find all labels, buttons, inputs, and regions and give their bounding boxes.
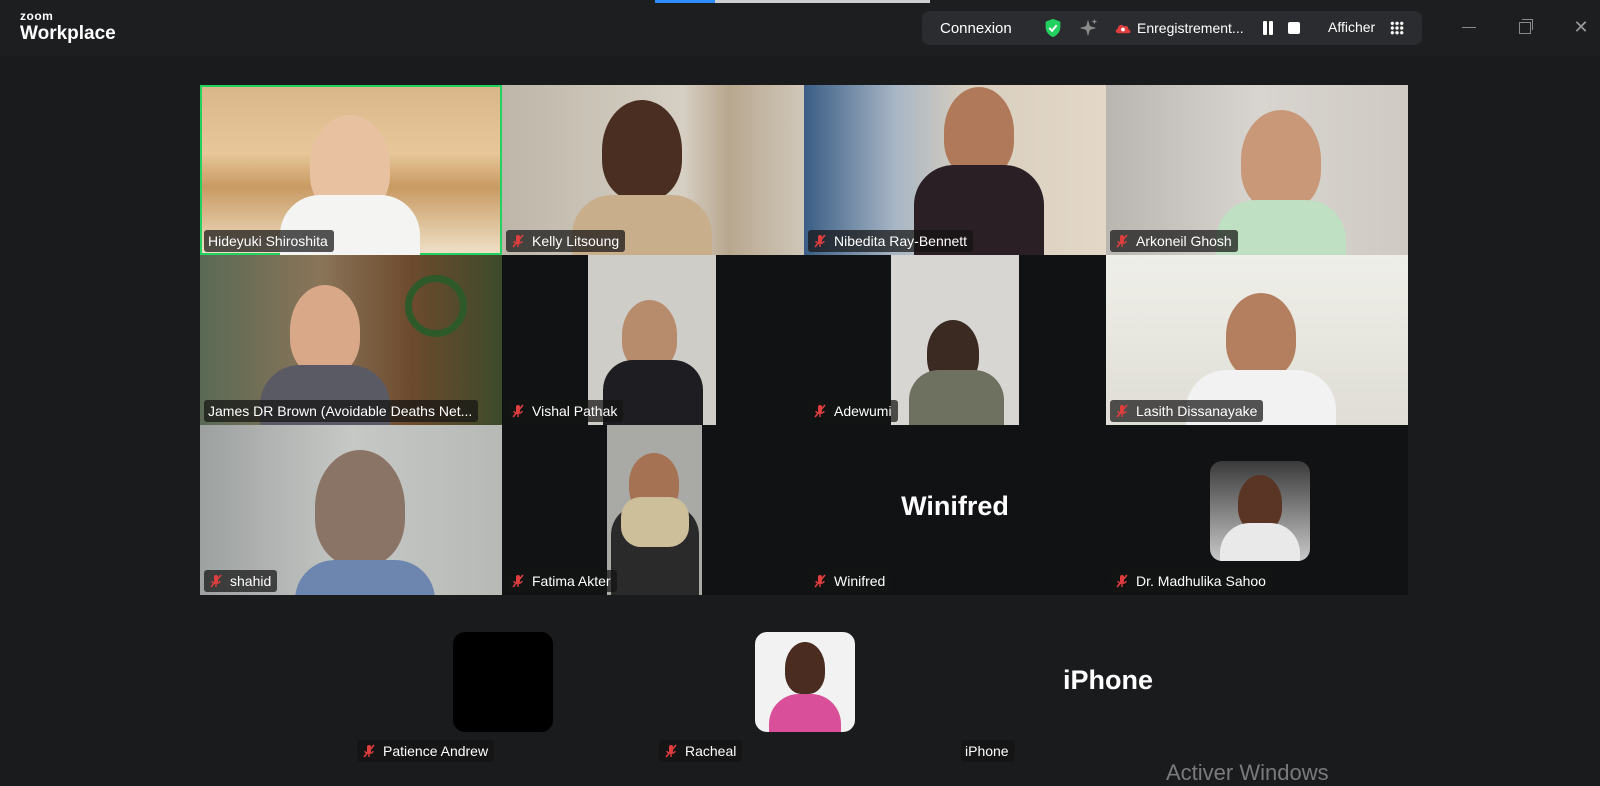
video-tile[interactable]: Nibedita Ray-Bennett [804,85,1106,255]
participant-name-tag: Arkoneil Ghosh [1110,230,1238,252]
video-tile[interactable]: Dr. Madhulika Sahoo [1106,425,1408,595]
participant-video [315,450,405,565]
participant-name: Patience Andrew [383,743,489,759]
participant-name: Lasith Dissanayake [1136,403,1258,419]
wreath-decoration [405,275,467,337]
activation-watermark: Activer Windows [1166,760,1329,785]
participant-name: iPhone [965,743,1009,759]
participant-name-tag: Racheal [659,740,743,762]
top-progress-accent [655,0,715,3]
participant-avatar [755,632,855,732]
minimize-button[interactable] [1458,16,1480,38]
participant-name-tag: Vishal Pathak [506,400,624,422]
title-bar: zoom Workplace Connexion Enregistrement.… [0,0,1600,56]
muted-mic-icon [812,233,828,249]
participant-name-tag: Kelly Litsoung [506,230,626,252]
participant-video [891,255,1019,425]
participant-name: Fatima Akter [532,573,611,589]
participant-name: Kelly Litsoung [532,233,620,249]
participant-name: Adewumi [834,403,892,419]
participant-name: Vishal Pathak [532,403,618,419]
video-tile[interactable]: Patience Andrew [353,595,655,765]
muted-mic-icon [208,573,224,589]
brand-bottom: Workplace [20,23,116,44]
participant-name: Arkoneil Ghosh [1136,233,1232,249]
participant-name: Hideyuki Shiroshita [208,233,328,249]
participant-name: Racheal [685,743,737,759]
video-tile[interactable]: Lasith Dissanayake [1106,255,1408,425]
participant-name-tag: Fatima Akter [506,570,617,592]
participant-display-name: Winifred [901,491,1009,521]
close-button[interactable]: ✕ [1570,16,1592,38]
participant-name-tag: iPhone [961,740,1015,762]
muted-mic-icon [812,573,828,589]
view-button[interactable]: Afficher [1328,19,1375,35]
participant-name-tag: Winifred [808,570,892,592]
participant-video [607,425,702,595]
participant-name: shahid [230,573,272,589]
video-tile[interactable]: James DR Brown (Avoidable Deaths Net... [200,255,502,425]
video-tile[interactable]: Vishal Pathak [502,255,804,425]
participant-video [602,100,682,200]
participant-name-tag: Dr. Madhulika Sahoo [1110,570,1272,592]
cloud-record-icon [1115,24,1131,34]
muted-mic-icon [1114,233,1130,249]
participant-video [290,285,360,375]
video-tile[interactable]: Fatima Akter [502,425,804,595]
meeting-toolbar: Connexion Enregistrement... Afficher [922,11,1422,45]
brand-top: zoom [20,9,54,23]
muted-mic-icon [361,743,377,759]
participant-name: Dr. Madhulika Sahoo [1136,573,1266,589]
video-tile[interactable]: shahid [200,425,502,595]
participant-video [1241,110,1321,210]
participant-name-tag: shahid [204,570,278,592]
ai-companion-icon[interactable] [1077,17,1099,39]
participant-avatar [453,632,553,732]
video-tile[interactable]: iPhone iPhone [957,595,1259,765]
participant-name-tag: Lasith Dissanayake [1110,400,1264,422]
video-tile[interactable]: Kelly Litsoung [502,85,804,255]
video-tile[interactable]: Arkoneil Ghosh [1106,85,1408,255]
stop-recording-icon[interactable] [1288,22,1300,34]
participant-name: James DR Brown (Avoidable Deaths Net... [208,403,473,419]
restore-button[interactable] [1514,16,1536,38]
participant-display-name: iPhone [1062,665,1153,695]
muted-mic-icon [510,573,526,589]
muted-mic-icon [510,233,526,249]
grid-view-icon[interactable] [1390,21,1404,35]
recording-status[interactable]: Enregistrement... [1137,20,1244,36]
shield-check-icon[interactable] [1042,17,1064,39]
muted-mic-icon [1114,403,1130,419]
participant-name: Winifred [834,573,886,589]
video-tile[interactable]: Hideyuki Shiroshita [200,85,502,255]
participant-video [1226,293,1296,378]
participant-video [944,87,1014,177]
video-tile[interactable]: Winifred Winifred [804,425,1106,595]
participant-avatar [1210,461,1310,561]
participant-name-tag: Patience Andrew [357,740,495,762]
participant-name-tag: Hideyuki Shiroshita [204,230,334,252]
muted-mic-icon [812,403,828,419]
video-tile[interactable]: Adewumi [804,255,1106,425]
muted-mic-icon [510,403,526,419]
participant-name-tag: Adewumi [808,400,898,422]
top-progress-track [715,0,930,3]
muted-mic-icon [663,743,679,759]
muted-mic-icon [1114,573,1130,589]
connection-button[interactable]: Connexion [940,20,1012,37]
zoom-workplace-logo: zoom Workplace [20,10,116,43]
participant-name-tag: Nibedita Ray-Bennett [808,230,974,252]
video-tile[interactable]: Racheal [655,595,957,765]
pause-recording-icon[interactable] [1262,21,1274,35]
participant-name-tag: James DR Brown (Avoidable Deaths Net... [204,400,479,422]
participant-shirt [295,560,435,595]
participant-name: Nibedita Ray-Bennett [834,233,968,249]
